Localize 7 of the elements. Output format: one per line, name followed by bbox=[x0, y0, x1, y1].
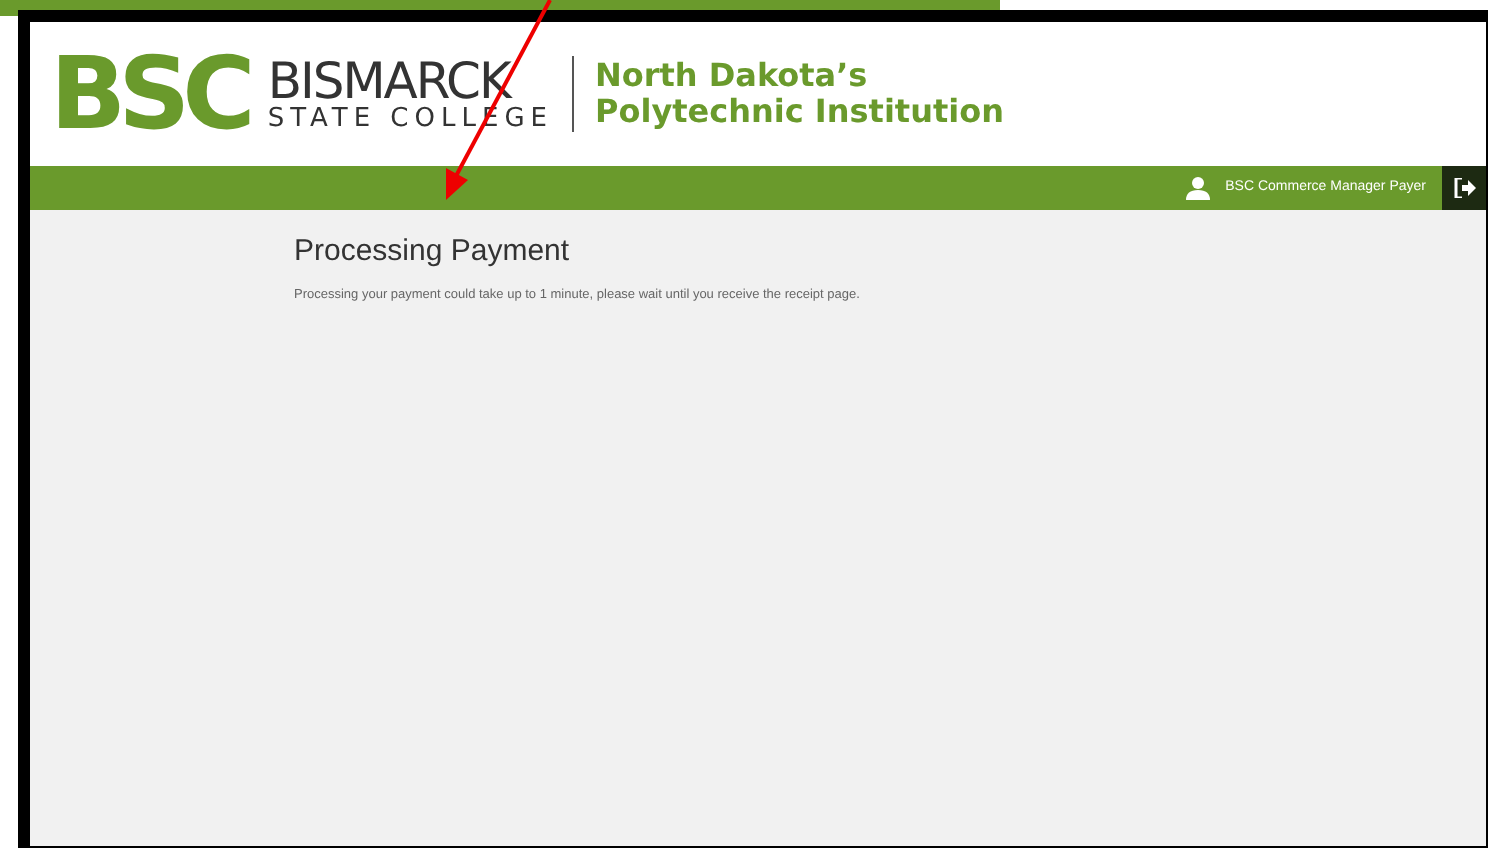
page-title: Processing Payment bbox=[294, 234, 572, 270]
logo-mark: BSC bbox=[50, 44, 248, 144]
tagline: North Dakota’s bbox=[594, 58, 870, 94]
logout-button[interactable] bbox=[1442, 166, 1486, 210]
user-icon bbox=[1185, 176, 1210, 200]
tagline: Polytechnic Institution bbox=[594, 94, 1004, 130]
logout-icon bbox=[1453, 178, 1475, 198]
